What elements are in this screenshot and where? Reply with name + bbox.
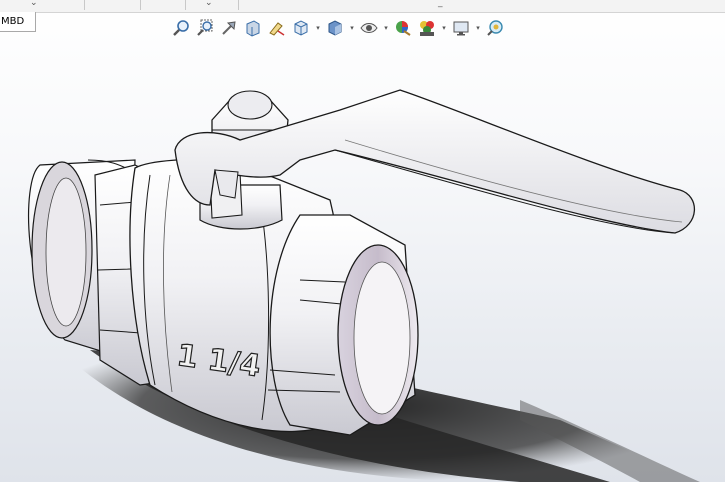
graphics-viewport[interactable]: 1 1/4 bbox=[0, 0, 725, 482]
chevron-down-icon[interactable]: ▾ bbox=[382, 17, 390, 39]
right-hex-nut bbox=[267, 214, 419, 436]
chevron-down-icon[interactable]: ▾ bbox=[440, 17, 448, 39]
section-view-icon[interactable] bbox=[242, 17, 264, 39]
heads-up-view-toolbar: ▾ ▾ ▾ ▾ ▾ bbox=[170, 17, 506, 39]
view-orientation-icon[interactable] bbox=[290, 17, 312, 39]
hide-show-items-icon[interactable] bbox=[358, 17, 380, 39]
edit-appearance-icon[interactable] bbox=[392, 17, 414, 39]
display-style-icon[interactable] bbox=[324, 17, 346, 39]
chevron-down-icon[interactable]: ▾ bbox=[474, 17, 482, 39]
view-settings-icon[interactable] bbox=[450, 17, 472, 39]
valve-model: 1 1/4 bbox=[28, 89, 700, 482]
zoom-to-area-icon[interactable] bbox=[194, 17, 216, 39]
zoom-to-fit-icon[interactable] bbox=[170, 17, 192, 39]
chevron-down-icon[interactable]: ▾ bbox=[348, 17, 356, 39]
dynamic-annotation-icon[interactable] bbox=[266, 17, 288, 39]
chevron-down-icon[interactable]: ▾ bbox=[314, 17, 322, 39]
previous-view-icon[interactable] bbox=[218, 17, 240, 39]
apply-scene-icon[interactable] bbox=[416, 17, 438, 39]
realview-icon[interactable] bbox=[484, 17, 506, 39]
